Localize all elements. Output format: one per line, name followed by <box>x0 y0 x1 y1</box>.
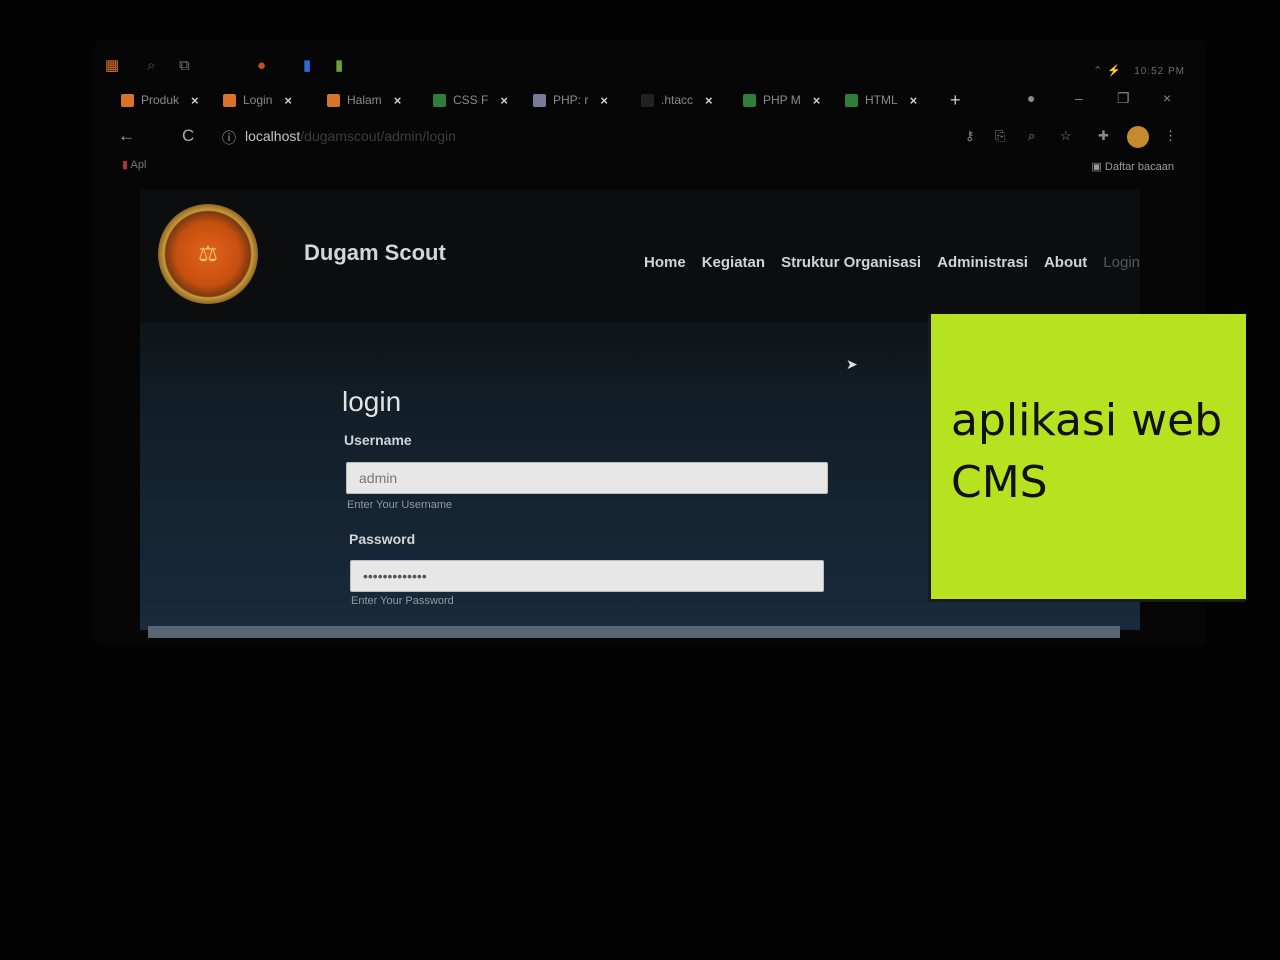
avatar[interactable] <box>1127 126 1149 148</box>
tab-label: Halam <box>347 93 382 107</box>
username-input[interactable] <box>346 462 828 494</box>
profile-icon[interactable]: ● <box>1027 90 1035 106</box>
site-brand[interactable]: Dugam Scout <box>304 240 446 266</box>
zoom-icon[interactable]: ⌕ <box>1028 128 1035 144</box>
taskbar: ▦ ⌕ ⧉ ● ▮ ▮ ⌃ ⚡ 10:52 PM <box>105 54 1195 80</box>
main-nav: Home Kegiatan Struktur Organisasi Admini… <box>644 254 1140 271</box>
tab-label: .htacc <box>661 93 694 107</box>
tab-html[interactable]: HTML × <box>845 88 917 112</box>
tab-favicon-icon <box>433 93 446 107</box>
tab-close-icon[interactable]: × <box>191 93 199 108</box>
reading-list-label: Daftar bacaan <box>1104 161 1174 173</box>
caption-line-1: aplikasi web <box>951 395 1223 446</box>
tab-label: CSS F <box>453 93 489 107</box>
caption-line-2: CMS <box>951 457 1048 508</box>
search-icon[interactable]: ⌕ <box>147 56 155 76</box>
extensions-icon[interactable]: ✚ <box>1098 128 1109 144</box>
network-icon[interactable]: ⚡ <box>1107 65 1122 77</box>
nav-administrasi[interactable]: Administrasi <box>937 254 1028 271</box>
nav-home[interactable]: Home <box>644 254 686 271</box>
tab-php[interactable]: PHP: r × <box>533 88 608 112</box>
tab-login[interactable]: Login × <box>223 88 292 112</box>
username-label: Username <box>344 432 412 448</box>
apps-icon[interactable]: ▮ <box>122 159 128 171</box>
copy-icon[interactable]: ⎘ <box>995 128 1005 144</box>
password-input[interactable]: ••••••••••••• <box>350 560 824 592</box>
browser-menu-icon[interactable]: ⋮ <box>1164 128 1177 144</box>
caption-text: aplikasi web CMS <box>951 390 1222 514</box>
tab-favicon-icon <box>533 93 546 107</box>
bookmarks-bar: ▮ Apl ▣ Daftar bacaan <box>122 158 1202 178</box>
reload-button[interactable]: C <box>182 126 194 146</box>
tab-htaccess[interactable]: .htacc × <box>641 88 713 112</box>
app-icon[interactable]: ▮ <box>303 56 311 76</box>
tab-label: PHP M <box>763 93 801 107</box>
reading-list-button[interactable]: ▣ Daftar bacaan <box>1091 160 1174 173</box>
tab-close-icon[interactable]: × <box>705 93 713 108</box>
clock[interactable]: 10:52 PM <box>1134 66 1185 77</box>
tab-produk[interactable]: Produk × <box>121 88 199 112</box>
tab-favicon-icon <box>641 93 654 107</box>
tab-favicon-icon <box>845 93 858 107</box>
password-label: Password <box>349 531 416 547</box>
nav-struktur-organisasi[interactable]: Struktur Organisasi <box>781 254 921 271</box>
tab-close-icon[interactable]: × <box>284 93 292 108</box>
password-hint: Enter Your Password <box>351 595 454 607</box>
apps-bookmark[interactable]: Apl <box>131 159 147 171</box>
tab-close-icon[interactable]: × <box>813 93 821 108</box>
tab-close-icon[interactable]: × <box>600 93 608 108</box>
windows-start-icon[interactable]: ▦ <box>105 56 119 76</box>
url-field[interactable]: localhost/dugamscout/admin/login <box>245 128 456 144</box>
tab-favicon-icon <box>327 93 340 107</box>
site-logo[interactable]: ⚖ <box>158 204 258 304</box>
new-tab-button[interactable]: + <box>950 90 961 111</box>
notepad-icon[interactable]: ▮ <box>335 56 343 76</box>
system-tray: ⌃ ⚡ 10:52 PM <box>1093 64 1185 77</box>
tab-label: PHP: r <box>553 93 589 107</box>
tab-label: Login <box>243 93 273 107</box>
mouse-cursor-icon: ➤ <box>846 356 858 372</box>
caption-overlay: aplikasi web CMS <box>928 314 1246 602</box>
task-view-icon[interactable]: ⧉ <box>179 56 190 76</box>
address-bar-row: ← C ⓘ localhost/dugamscout/admin/login ⚷… <box>110 124 1200 150</box>
tab-favicon-icon <box>121 93 134 107</box>
tab-close-icon[interactable]: × <box>394 93 402 108</box>
reading-list-icon: ▣ <box>1091 161 1102 173</box>
minimize-button[interactable]: – <box>1075 90 1083 106</box>
tab-favicon-icon <box>743 93 756 107</box>
nav-kegiatan[interactable]: Kegiatan <box>702 254 765 271</box>
url-host: localhost <box>245 128 301 144</box>
tab-favicon-icon <box>223 93 236 107</box>
tab-css[interactable]: CSS F × <box>433 88 508 112</box>
page-title: login <box>342 386 402 417</box>
tab-halaman[interactable]: Halam × <box>327 88 401 112</box>
key-icon[interactable]: ⚷ <box>965 128 975 144</box>
tab-close-icon[interactable]: × <box>910 93 918 108</box>
username-hint: Enter Your Username <box>347 499 453 511</box>
close-window-button[interactable]: × <box>1163 90 1171 106</box>
bookmark-star-icon[interactable]: ☆ <box>1060 128 1072 144</box>
restore-button[interactable]: ❐ <box>1117 90 1130 107</box>
tab-label: HTML <box>865 93 898 107</box>
browser-icon[interactable]: ● <box>257 56 266 76</box>
tab-php-manual[interactable]: PHP M × <box>743 88 820 112</box>
nav-about[interactable]: About <box>1044 254 1087 271</box>
site-info-icon[interactable]: ⓘ <box>222 128 236 148</box>
tab-strip: Produk × Login × Halam × CSS F × PHP: r … <box>115 88 1195 114</box>
site-header: ⚖ Dugam Scout Home Kegiatan Struktur Org… <box>140 190 1140 322</box>
tab-close-icon[interactable]: × <box>500 93 508 108</box>
chevron-up-icon[interactable]: ⌃ <box>1093 65 1103 77</box>
url-path: /dugamscout/admin/login <box>300 128 456 144</box>
nav-login[interactable]: Login <box>1103 254 1140 271</box>
screen-bottom-edge <box>148 626 1120 638</box>
scales-icon: ⚖ <box>198 241 218 266</box>
back-button[interactable]: ← <box>118 126 135 146</box>
tab-label: Produk <box>141 93 180 107</box>
